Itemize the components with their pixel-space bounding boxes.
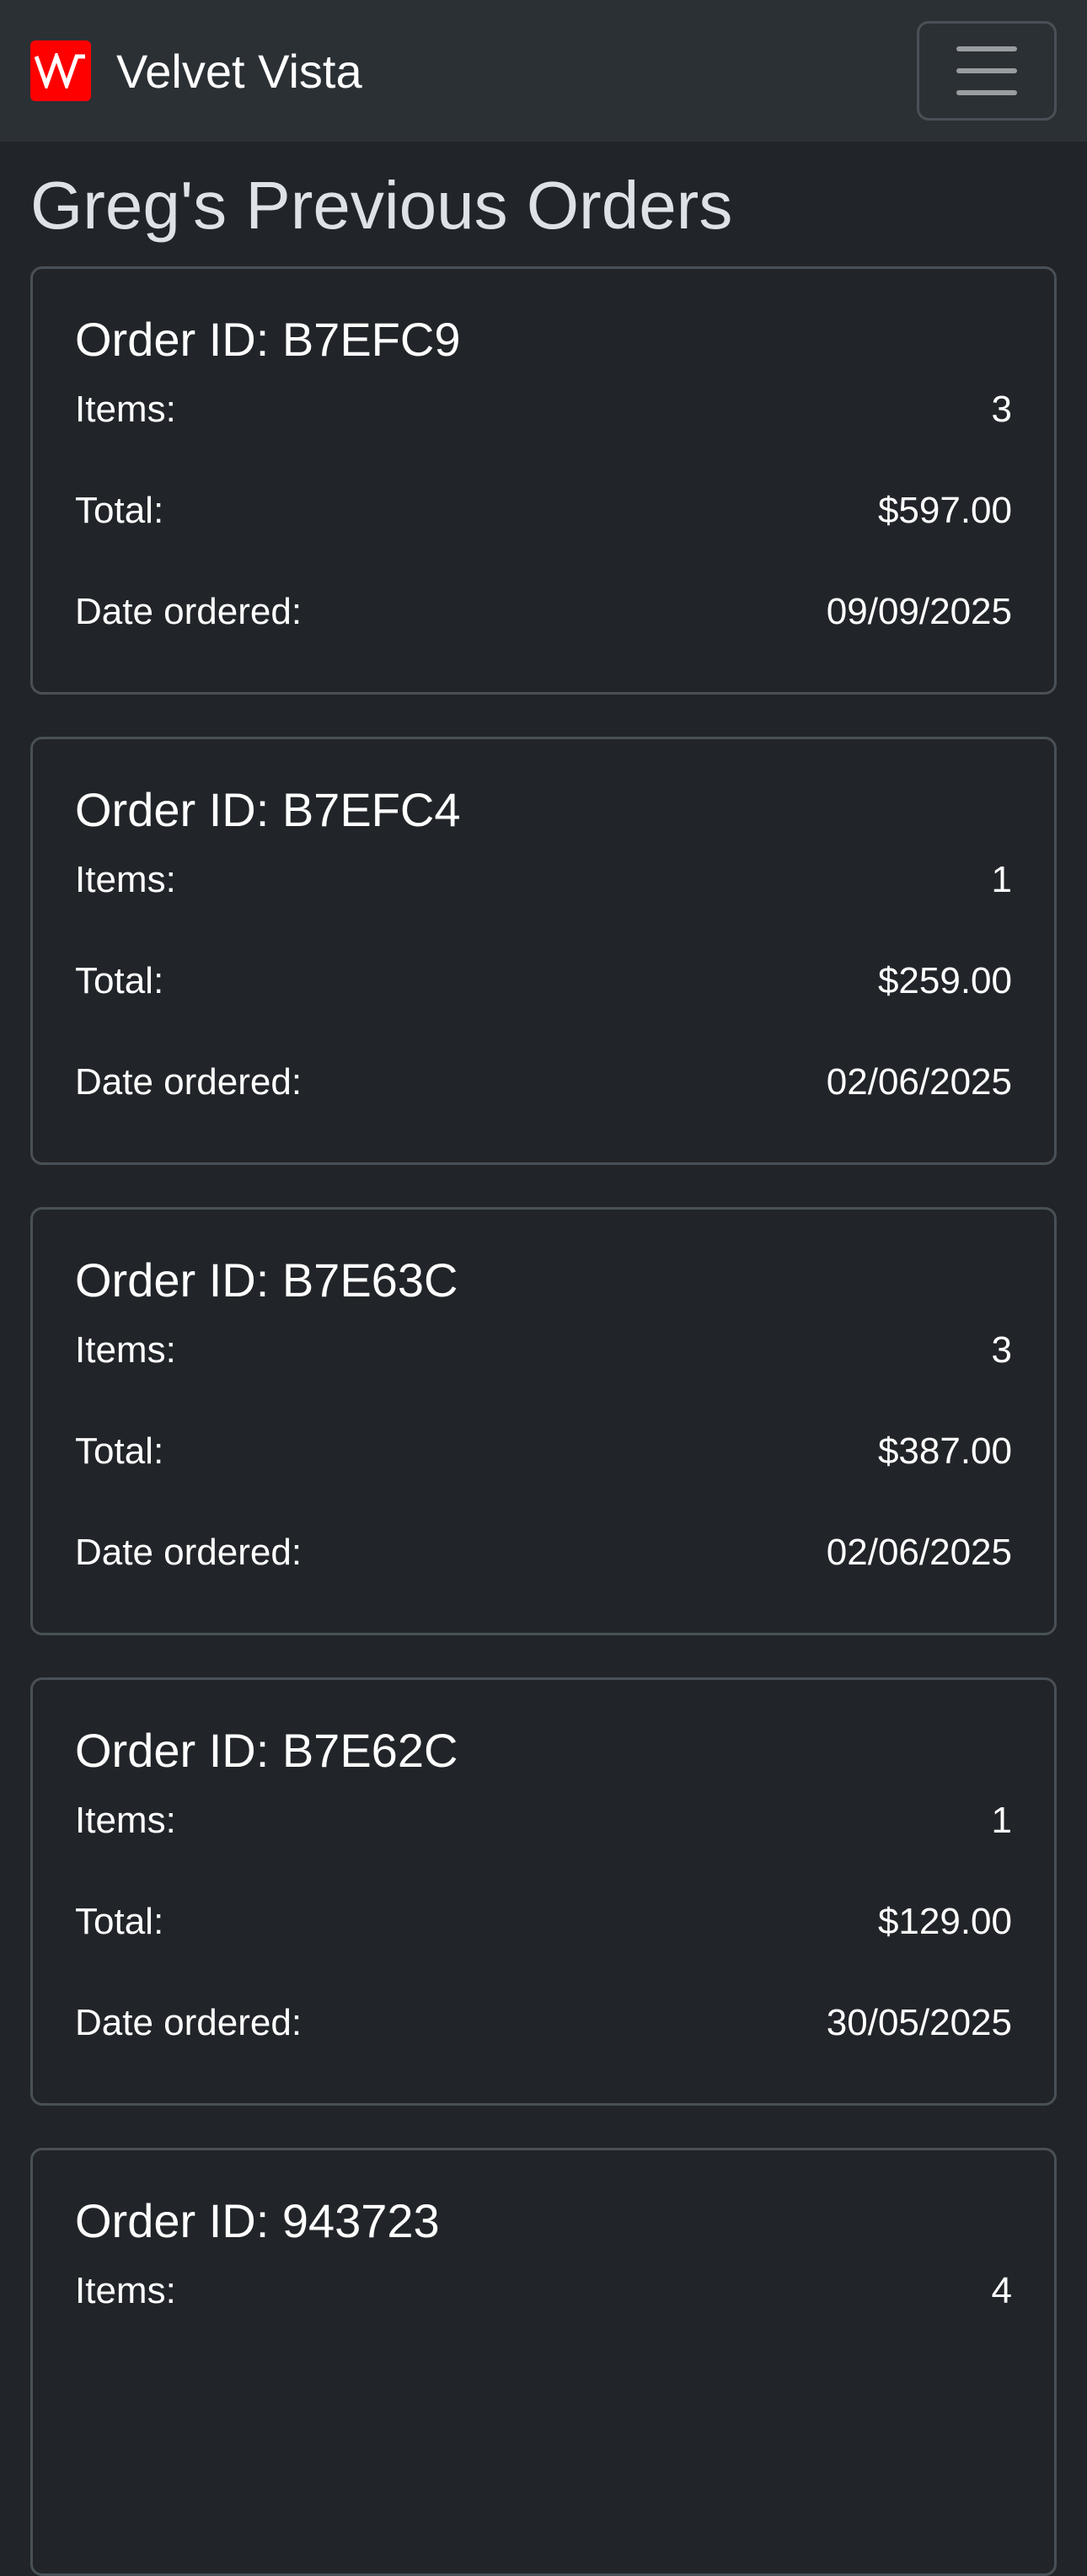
items-value: 1	[991, 1800, 1012, 1842]
date-value: 02/06/2025	[826, 1532, 1012, 1574]
total-label: Total:	[75, 490, 164, 532]
order-id-value: 943723	[281, 2194, 440, 2247]
order-id: Order ID: B7EFC4	[75, 781, 1012, 838]
total-value: $597.00	[877, 490, 1012, 532]
items-row: Items: 1	[75, 1795, 1012, 1897]
order-card[interactable]: Order ID: B7E62C Items: 1 Total: $129.00 D…	[30, 1677, 1057, 2106]
date-label: Date ordered:	[75, 1532, 303, 1574]
order-card[interactable]: Order ID: B7EFC9 Items: 3 Total: $597.00 D…	[30, 266, 1057, 695]
navbar: Velvet Vista	[0, 0, 1087, 142]
total-row: Total: $259.00	[75, 956, 1012, 1057]
date-row: Date ordered: 02/06/2025	[75, 1527, 1012, 1629]
date-value: 30/05/2025	[826, 2002, 1012, 2044]
items-label: Items:	[75, 2270, 176, 2312]
order-id: Order ID: B7E63C	[75, 1252, 1012, 1308]
items-value: 3	[991, 389, 1012, 431]
items-label: Items:	[75, 389, 176, 431]
items-value: 1	[991, 859, 1012, 901]
order-card[interactable]: Order ID: B7E63C Items: 3 Total: $387.00 D…	[30, 1207, 1057, 1635]
order-id-label: Order ID:	[75, 313, 282, 366]
items-value: 4	[991, 2270, 1012, 2312]
date-label: Date ordered:	[75, 1061, 303, 1103]
order-id-label: Order ID:	[75, 1724, 282, 1777]
hamburger-icon-line	[956, 90, 1017, 95]
order-id-label: Order ID:	[75, 1253, 282, 1307]
total-value: $387.00	[877, 1430, 1012, 1473]
date-value: 02/06/2025	[826, 1061, 1012, 1103]
items-value: 3	[991, 1329, 1012, 1371]
total-label: Total:	[75, 1430, 164, 1473]
order-card[interactable]: Order ID: B7EFC4 Items: 1 Total: $259.00 D…	[30, 737, 1057, 1165]
order-id-label: Order ID:	[75, 783, 282, 836]
order-id-value: B7E62C	[281, 1724, 458, 1777]
page-title: Greg's Previous Orders	[30, 168, 733, 243]
order-id-label: Order ID:	[75, 2194, 282, 2247]
order-id: Order ID: B7EFC9	[75, 311, 1012, 368]
order-card[interactable]: Order ID: 943723 Items: 4	[30, 2148, 1057, 2576]
order-id: Order ID: 943723	[75, 2192, 1012, 2249]
items-row: Items: 1	[75, 855, 1012, 956]
date-row: Date ordered: 30/05/2025	[75, 1998, 1012, 2099]
items-label: Items:	[75, 859, 176, 901]
items-label: Items:	[75, 1800, 176, 1842]
total-value: $259.00	[877, 960, 1012, 1002]
order-id-value: B7EFC4	[281, 783, 461, 836]
hamburger-icon-line	[956, 68, 1017, 73]
total-label: Total:	[75, 960, 164, 1002]
total-label: Total:	[75, 1901, 164, 1943]
total-value: $129.00	[877, 1901, 1012, 1943]
date-label: Date ordered:	[75, 2002, 303, 2044]
brand-name: Velvet Vista	[116, 44, 362, 98]
items-row: Items: 4	[75, 2266, 1012, 2367]
items-row: Items: 3	[75, 384, 1012, 486]
items-row: Items: 3	[75, 1325, 1012, 1426]
date-row: Date ordered: 09/09/2025	[75, 587, 1012, 688]
date-value: 09/09/2025	[826, 591, 1012, 633]
orders-list: Order ID: B7EFC9 Items: 3 Total: $597.00 D…	[0, 266, 1087, 2576]
total-row: Total: $387.00	[75, 1426, 1012, 1527]
total-row: Total: $129.00	[75, 1897, 1012, 1998]
order-id-value: B7E63C	[281, 1253, 458, 1307]
order-id: Order ID: B7E62C	[75, 1722, 1012, 1779]
vv-logo-icon	[30, 40, 91, 101]
hamburger-icon	[956, 46, 1017, 51]
brand-link[interactable]: Velvet Vista	[30, 40, 362, 101]
items-label: Items:	[75, 1329, 176, 1371]
date-row: Date ordered: 02/06/2025	[75, 1057, 1012, 1158]
menu-toggle-button[interactable]	[917, 21, 1057, 121]
date-label: Date ordered:	[75, 591, 303, 633]
order-id-value: B7EFC9	[281, 313, 461, 366]
total-row: Total: $597.00	[75, 486, 1012, 587]
